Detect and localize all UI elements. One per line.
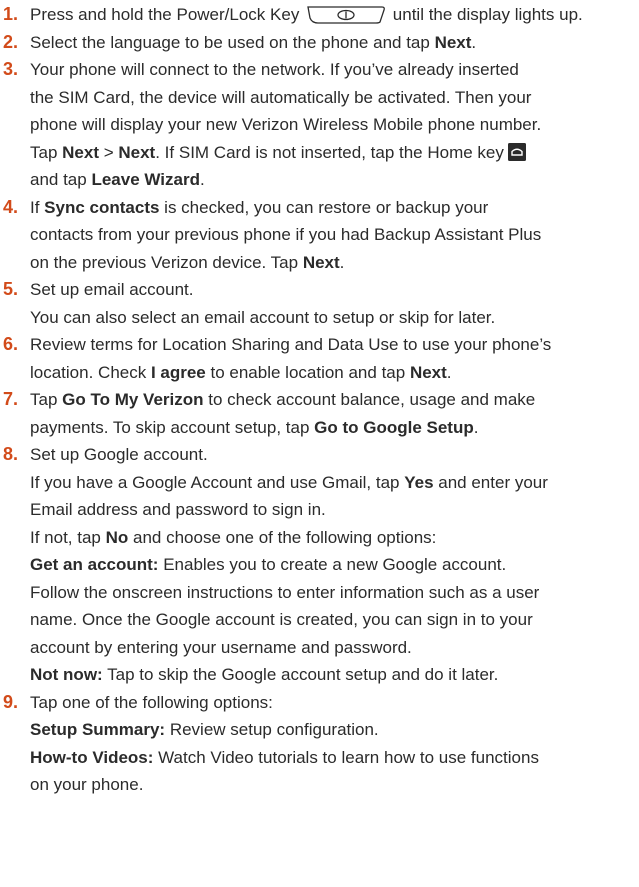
step-text-part: Enables you to create a new Google accou… — [158, 555, 507, 574]
step-text-part: Select the language to be used on the ph… — [30, 32, 435, 52]
step-1: 1. Press and hold the Power/Lock Key unt… — [3, 1, 627, 29]
step-text: Select the language to be used on the ph… — [30, 29, 627, 57]
emphasis: Next — [409, 362, 447, 382]
step-text-part: on the previous Verizon device. Tap — [30, 252, 303, 272]
emphasis: Next — [62, 142, 99, 162]
step-text-line: name. Once the Google account is created… — [30, 610, 533, 629]
step-4: 4. If Sync contacts is checked, you can … — [3, 194, 627, 277]
step-text-part: until the display lights up. — [392, 5, 583, 24]
step-text-part: Tap — [30, 142, 63, 162]
step-text: Set up email account. You can also selec… — [30, 276, 627, 331]
step-number: 8. — [3, 444, 19, 464]
option-title: Setup Summary: — [30, 720, 166, 739]
step-text-line: Email address and password to sign in. — [30, 500, 326, 519]
emphasis: Go to Google Setup — [314, 417, 474, 437]
step-3: 3. Your phone will connect to the networ… — [3, 56, 627, 194]
step-number: 4. — [3, 196, 19, 217]
option-title: Not now: — [30, 665, 103, 684]
step-text-part: . — [446, 362, 452, 382]
step-text-line: Set up Google account. — [30, 445, 208, 464]
step-2: 2. Select the language to be used on the… — [3, 29, 627, 57]
step-7: 7. Tap Go To My Verizon to check account… — [3, 386, 627, 441]
step-text: Tap one of the following options: Setup … — [30, 689, 627, 799]
step-9: 9. Tap one of the following options: Set… — [3, 689, 627, 799]
step-number: 5. — [3, 279, 19, 299]
step-text-line: Your phone will connect to the network. … — [30, 60, 519, 79]
step-text-part: > — [99, 142, 119, 162]
step-text-part: to enable location and tap — [205, 362, 410, 382]
step-number: 2. — [3, 31, 19, 52]
step-text-line: the SIM Card, the device will automatica… — [30, 87, 532, 107]
emphasis: Go To My Verizon — [62, 390, 204, 409]
step-text-part: . If SIM Card is not inserted, tap the H… — [155, 142, 504, 162]
step-text-part: If — [30, 197, 45, 217]
step-text-part: is checked, you can restore or backup yo… — [159, 197, 489, 217]
step-text-part: and tap — [30, 170, 92, 189]
emphasis: Sync contacts — [44, 197, 160, 217]
step-text-part: Watch Video tutorials to learn how to us… — [153, 747, 539, 767]
step-text-line: account by entering your username and pa… — [30, 637, 412, 657]
setup-instructions: 1. Press and hold the Power/Lock Key unt… — [0, 0, 639, 799]
step-text-part: If not, tap — [30, 527, 106, 547]
step-number: 9. — [3, 691, 19, 712]
emphasis: No — [105, 527, 129, 547]
step-number: 1. — [3, 4, 19, 24]
step-text-line: Tap one of the following options: — [30, 692, 273, 712]
step-text-part: to check account balance, usage and make — [203, 390, 536, 409]
step-text-part: Review setup configuration. — [165, 720, 379, 739]
step-text-part: Tap — [30, 390, 63, 409]
step-text-line: on your phone. — [30, 775, 144, 794]
step-text-part: Press and hold the Power/Lock Key — [30, 5, 300, 24]
step-text-line: Follow the onscreen instructions to ente… — [30, 582, 540, 602]
step-text: If Sync contacts is checked, you can res… — [30, 194, 627, 277]
step-text: Review terms for Location Sharing and Da… — [30, 331, 627, 386]
step-text: Your phone will connect to the network. … — [30, 56, 627, 194]
step-text: Press and hold the Power/Lock Key until … — [30, 1, 627, 29]
step-number: 3. — [3, 59, 19, 79]
step-text-part: location. Check — [30, 362, 151, 382]
step-text-part: . — [471, 32, 477, 52]
step-text-line: phone will display your new Verizon Wire… — [30, 115, 542, 134]
step-text-part: payments. To skip account setup, tap — [30, 417, 315, 437]
step-text-part: If you have a Google Account and use Gma… — [30, 472, 405, 492]
step-8: 8. Set up Google account. If you have a … — [3, 441, 627, 689]
step-number: 7. — [3, 389, 19, 409]
step-text-line: contacts from your previous phone if you… — [30, 225, 542, 244]
emphasis: Next — [434, 32, 472, 52]
step-text-part: . — [473, 417, 479, 437]
emphasis: I agree — [150, 362, 206, 382]
emphasis: Next — [302, 252, 340, 272]
step-6: 6. Review terms for Location Sharing and… — [3, 331, 627, 386]
emphasis: Next — [118, 142, 156, 162]
step-text-part: Tap to skip the Google account setup and… — [102, 665, 499, 684]
step-text-line: Set up email account. — [30, 280, 194, 299]
step-5: 5. Set up email account. You can also se… — [3, 276, 627, 331]
step-text-line: Review terms for Location Sharing and Da… — [30, 335, 552, 354]
step-text-part: and choose one of the following options: — [128, 527, 437, 547]
option-title: Get an account: — [30, 555, 159, 574]
step-text-part: . — [199, 170, 205, 189]
step-text-line: You can also select an email account to … — [30, 307, 496, 327]
home-key-icon — [507, 142, 526, 161]
emphasis: Yes — [404, 472, 434, 492]
step-text: Set up Google account. If you have a Goo… — [30, 441, 627, 689]
step-number: 6. — [3, 334, 19, 354]
option-title: How-to Videos: — [30, 747, 154, 767]
step-text-part: . — [339, 252, 345, 272]
step-text: Tap Go To My Verizon to check account ba… — [30, 386, 627, 441]
step-text-part: and enter your — [433, 472, 548, 492]
power-lock-key-icon — [306, 6, 386, 24]
emphasis: Leave Wizard — [91, 170, 200, 189]
